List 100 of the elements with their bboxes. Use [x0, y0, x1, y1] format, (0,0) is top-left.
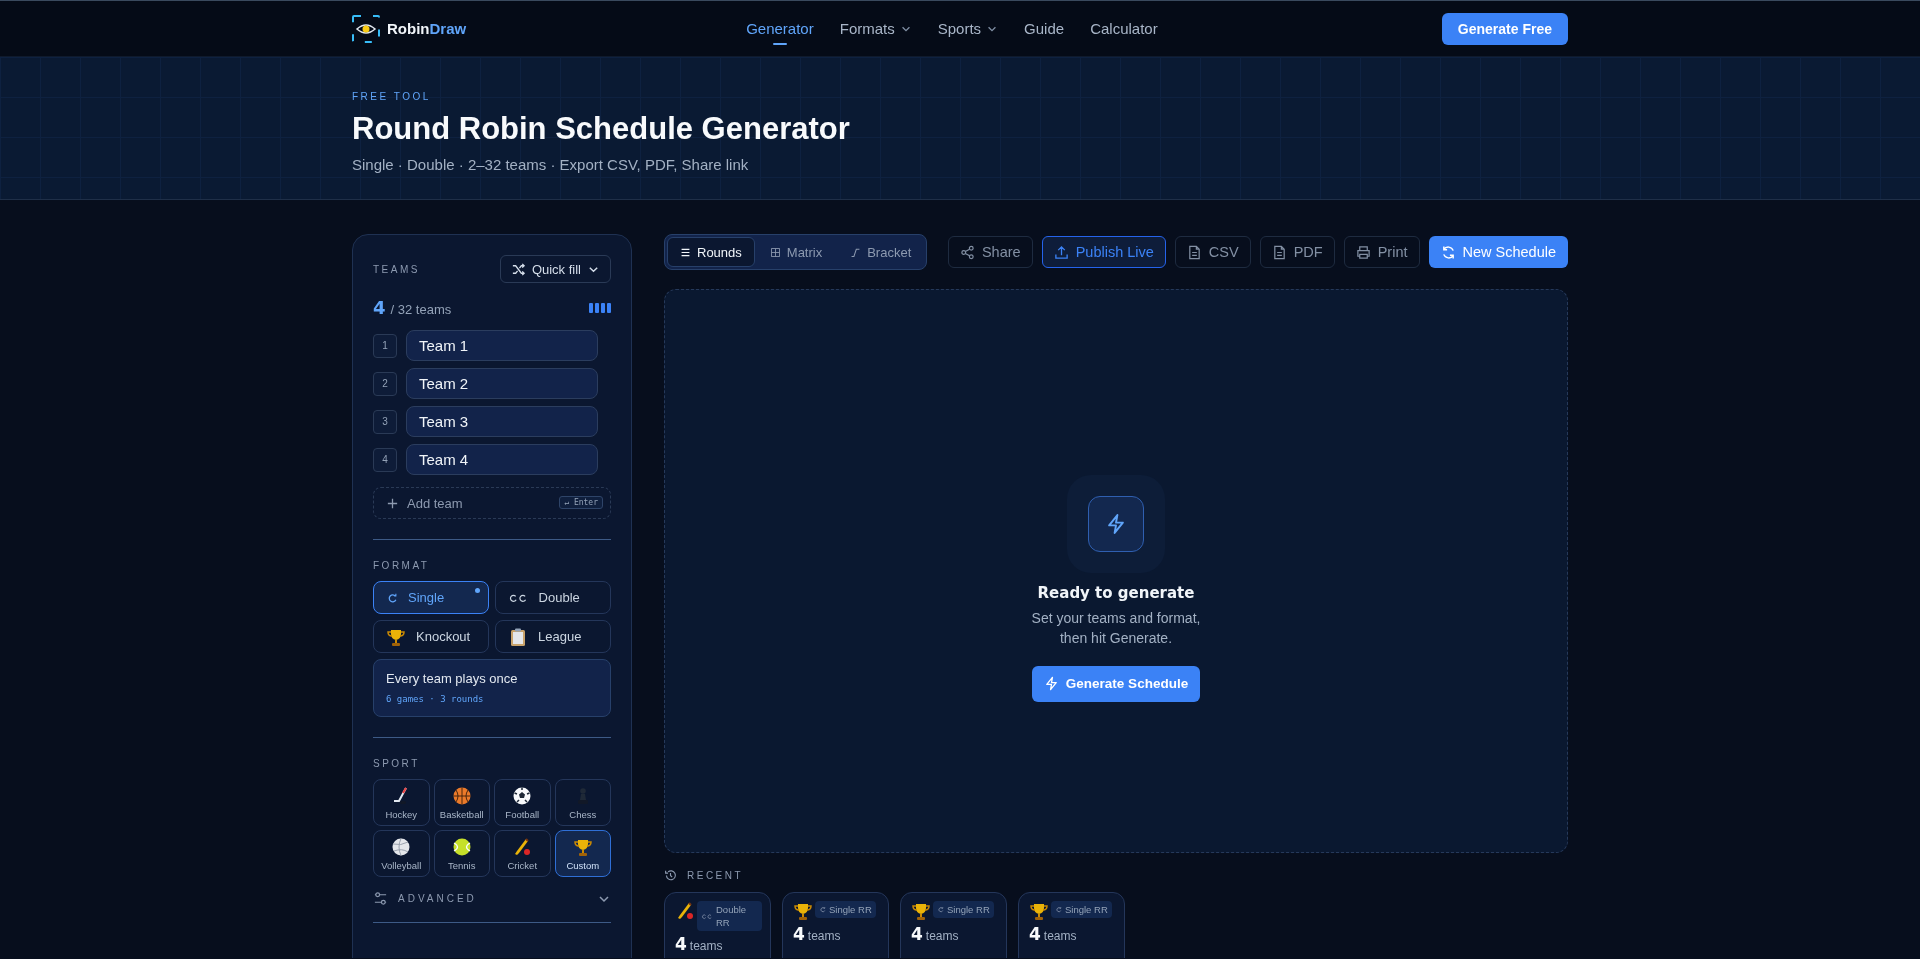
generate-free-button[interactable]: Generate Free — [1441, 12, 1568, 45]
recent-card[interactable]: Double RR 4 teams — [664, 892, 771, 958]
format-option[interactable]: Knockout — [373, 620, 489, 653]
format-option[interactable]: Double — [495, 581, 611, 614]
lightning-icon — [1105, 512, 1127, 535]
empty-title: Ready to generate — [1037, 583, 1195, 602]
empty-text: Set your teams and format, then hit Generate. — [1030, 608, 1202, 648]
cycle-icon — [937, 906, 944, 913]
toolbar-button[interactable]: Publish Live — [1041, 236, 1166, 268]
basketball-icon — [451, 785, 472, 806]
team-count: 4 — [1029, 924, 1041, 944]
cricket-bat-icon — [675, 901, 695, 921]
team-name-field[interactable]: Team 2 — [406, 368, 598, 399]
generate-schedule-button[interactable]: Generate Schedule — [1031, 665, 1201, 702]
page-title: Round Robin Schedule Generator — [352, 111, 851, 147]
lightning-icon — [1043, 676, 1059, 691]
count-unit: teams — [925, 928, 959, 945]
toolbar-button[interactable]: Share — [947, 236, 1033, 268]
team-name-field[interactable]: Team 1 — [406, 330, 598, 361]
section-label: FORMAT — [373, 560, 431, 571]
nav-link[interactable]: Calculator — [1090, 12, 1158, 45]
format-option[interactable]: League — [495, 620, 611, 653]
eye-logo-icon — [352, 14, 380, 43]
toolbar-button[interactable]: New Schedule — [1428, 236, 1568, 268]
cycle-icon — [386, 591, 398, 604]
printer-icon — [1355, 244, 1371, 260]
team-count: 4 — [911, 924, 923, 944]
volleyball-icon — [391, 836, 412, 857]
team-limit: / 32 teams — [390, 302, 452, 317]
toolbar-button[interactable]: PDF — [1259, 236, 1335, 268]
sport-option[interactable]: Chess — [554, 779, 611, 826]
team-number: 1 — [373, 333, 397, 358]
sport-option[interactable]: Football — [494, 779, 551, 826]
selected-dot-icon — [475, 588, 480, 593]
section-label: SPORT — [373, 758, 421, 769]
sliders-icon — [373, 891, 388, 906]
view-tab[interactable]: Matrix — [756, 237, 836, 267]
share-icon — [959, 244, 975, 260]
count-unit: teams — [807, 928, 841, 945]
cycle-icon — [1055, 906, 1062, 913]
sport-option[interactable]: Cricket — [494, 830, 551, 877]
recent-card[interactable]: Single RR 4 teams — [782, 892, 889, 958]
team-count: 4 — [793, 924, 805, 944]
team-number: 4 — [373, 447, 397, 472]
count-unit: teams — [1043, 928, 1077, 945]
format-tag: Single RR — [933, 901, 994, 918]
sport-option[interactable]: Custom — [554, 830, 611, 877]
tennis-ball-icon — [451, 836, 472, 857]
count-unit: teams — [689, 938, 723, 955]
quick-fill-button[interactable]: Quick fill — [499, 255, 611, 283]
trophy-icon — [911, 901, 931, 921]
team-count: 4 — [675, 934, 687, 954]
nav-link[interactable]: Sports — [937, 12, 999, 45]
team-number: 3 — [373, 409, 397, 434]
trophy-icon — [793, 901, 813, 921]
sport-option[interactable]: Basketball — [433, 779, 490, 826]
advanced-toggle[interactable]: ADVANCED — [373, 887, 611, 910]
format-tag: Single RR — [1051, 901, 1112, 918]
cricket-bat-icon — [512, 836, 533, 857]
format-description: Every team plays once — [386, 671, 519, 686]
double-cycle-icon — [701, 912, 713, 920]
sport-option[interactable]: Volleyball — [373, 830, 430, 877]
format-option[interactable]: Single — [373, 581, 489, 614]
team-count: 4 — [373, 297, 386, 318]
brand-name: RobinDraw — [387, 20, 467, 37]
shuffle-icon — [510, 261, 526, 277]
sport-option[interactable]: Tennis — [433, 830, 490, 877]
plus-icon — [386, 497, 399, 510]
recent-card[interactable]: Single RR 4 teams — [900, 892, 1007, 958]
toolbar-button[interactable]: Print — [1343, 236, 1420, 268]
view-tab[interactable]: Rounds — [667, 237, 755, 267]
nav-link[interactable]: Formats — [839, 12, 912, 45]
document-icon — [1271, 244, 1287, 260]
toolbar-button[interactable]: CSV — [1174, 236, 1251, 268]
section-label: TEAMS — [373, 263, 420, 275]
team-name-field[interactable]: Team 4 — [406, 444, 598, 475]
format-tag: Double RR — [697, 901, 762, 931]
clipboard-icon — [508, 626, 528, 647]
team-meter-icon — [589, 302, 611, 313]
eyebrow-label: FREE TOOL — [352, 91, 432, 102]
team-name-field[interactable]: Team 3 — [406, 406, 598, 437]
upload-icon — [1053, 244, 1069, 260]
nav-link[interactable]: Guide — [1024, 12, 1065, 45]
recent-card[interactable]: Single RR 4 teams — [1018, 892, 1125, 958]
sport-option[interactable]: Hockey — [373, 779, 430, 826]
document-icon — [1186, 244, 1202, 260]
soccer-ball-icon — [512, 785, 533, 806]
format-stats: 6 games · 3 rounds — [386, 694, 485, 704]
trophy-icon — [1029, 901, 1049, 921]
cycle-icon — [819, 906, 826, 913]
refresh-icon — [1440, 244, 1456, 260]
history-icon — [664, 869, 677, 882]
view-tab[interactable]: Bracket — [837, 237, 925, 267]
format-tag: Single RR — [815, 901, 876, 918]
nav-link[interactable]: Generator — [746, 12, 814, 45]
bracket-icon — [850, 246, 862, 258]
team-number: 2 — [373, 371, 397, 396]
page-subtitle: Single · Double · 2–32 teams · Export CSV, PDF, Share link — [352, 156, 750, 173]
section-label: RECENT — [687, 870, 744, 881]
grid-icon — [769, 246, 781, 258]
